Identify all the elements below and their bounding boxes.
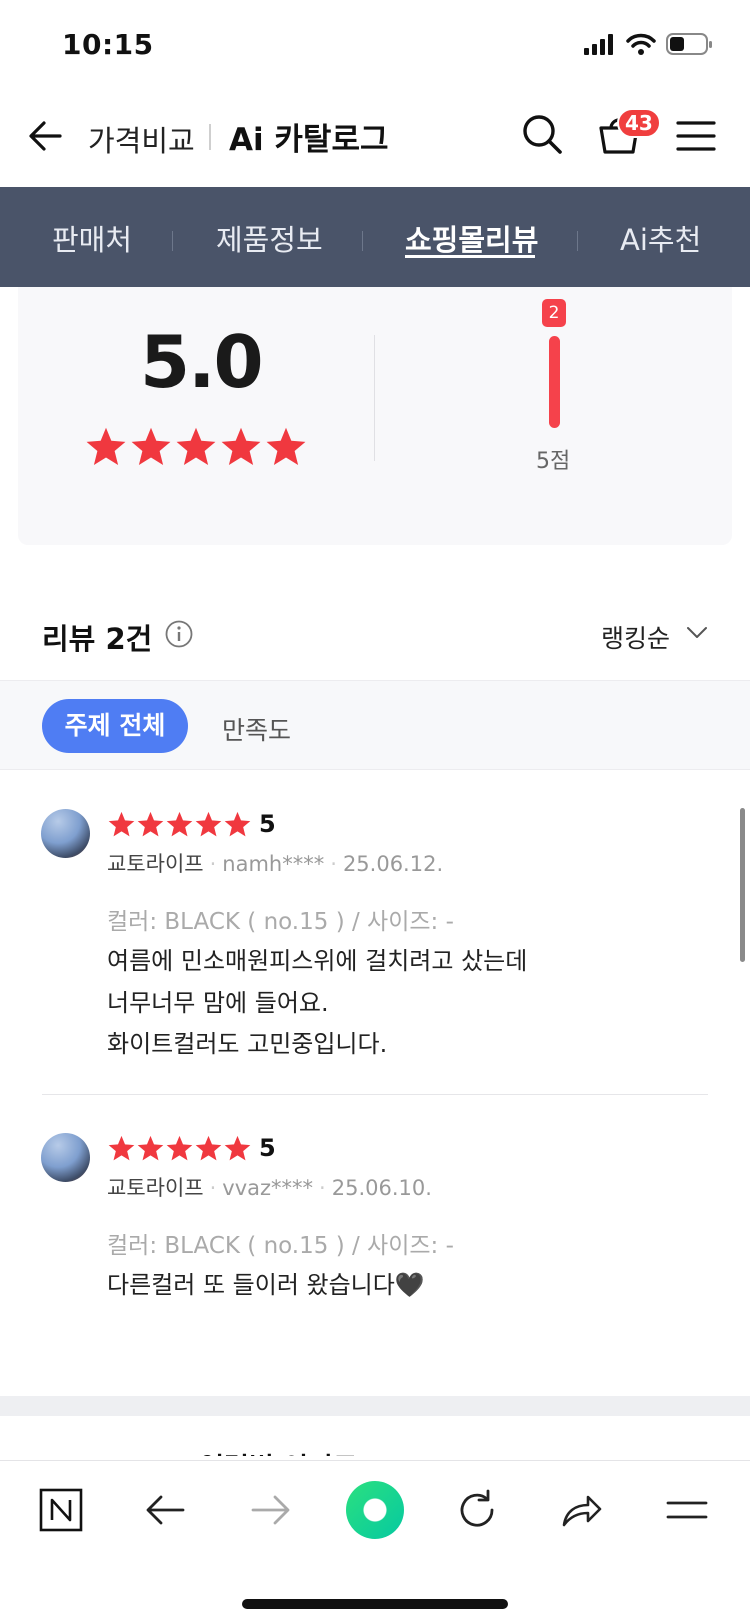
- meta-dot: ·: [330, 852, 337, 876]
- forward-icon[interactable]: [247, 1487, 293, 1533]
- meta-dot: ·: [209, 852, 217, 876]
- menu-icon[interactable]: [676, 118, 716, 154]
- star-icon: [224, 1135, 251, 1161]
- star-icon: [108, 1135, 135, 1161]
- sort-dropdown[interactable]: 랭킹순: [601, 619, 670, 655]
- avatar: [41, 1133, 90, 1182]
- review-option: 컬러: BLACK ( no.15 ) / 사이즈: -: [107, 909, 454, 935]
- review-divider: [42, 1094, 708, 1095]
- next-section-peek: Dahaburk 연령별 인기도: [0, 1416, 750, 1456]
- share-icon[interactable]: [558, 1487, 604, 1533]
- chevron-down-icon[interactable]: [686, 626, 708, 640]
- star-icon: [176, 427, 216, 465]
- tab-ai-recommend[interactable]: Ai추천: [620, 217, 701, 259]
- battery-icon: [666, 33, 712, 55]
- signal-icon: [584, 34, 613, 55]
- review-shop: 교토라이프: [107, 852, 204, 876]
- app-header: 가격비교 Ai 카탈로그 43: [0, 90, 750, 187]
- naver-home-icon[interactable]: [38, 1487, 84, 1533]
- review-stars: [107, 1134, 252, 1163]
- refresh-icon[interactable]: [454, 1487, 500, 1533]
- header-separator: [209, 124, 211, 150]
- review-score: 5: [259, 1134, 276, 1162]
- next-section-title: Dahaburk 연령별 인기도: [42, 1446, 358, 1456]
- rating-summary-card: 5.0 2 5점: [18, 287, 732, 545]
- wifi-icon: [626, 33, 656, 55]
- section-tabs: 판매처 제품정보 쇼핑몰리뷰 Ai추천: [0, 187, 750, 287]
- info-icon[interactable]: [165, 620, 193, 648]
- review-user: vvaz****: [222, 1176, 314, 1200]
- status-bar: 10:15: [0, 0, 750, 90]
- search-icon[interactable]: [520, 112, 564, 156]
- distribution-label-5: 5점: [536, 449, 571, 474]
- review-meta: 교토라이프 · namh**** · 25.06.12.: [107, 848, 443, 878]
- star-icon: [137, 1135, 164, 1161]
- tab-divider: [362, 231, 363, 251]
- review-user: namh****: [222, 852, 325, 876]
- review-text-line: 여름에 민소매원피스위에 걸치려고 샀는데: [107, 947, 528, 975]
- back-arrow-icon[interactable]: [26, 116, 66, 156]
- star-icon: [131, 427, 171, 465]
- tab-product-info[interactable]: 제품정보: [216, 217, 323, 259]
- review-text-line: 화이트컬러도 고민중입니다.: [107, 1030, 388, 1058]
- star-icon: [195, 811, 222, 837]
- menu-icon[interactable]: [664, 1487, 710, 1533]
- filter-chip-satisfaction[interactable]: 만족도: [222, 711, 291, 747]
- review-date: 25.06.12.: [342, 852, 444, 876]
- star-icon: [195, 1135, 222, 1161]
- tab-sellers[interactable]: 판매처: [52, 217, 132, 259]
- status-icons: [584, 32, 714, 56]
- distribution-count-badge: 2: [542, 299, 566, 327]
- review-meta: 교토라이프 · vvaz**** · 25.06.10.: [107, 1172, 432, 1202]
- cart-count-badge: 43: [617, 108, 661, 138]
- active-tab-indicator: [405, 255, 535, 258]
- tab-divider: [172, 231, 173, 251]
- tab-divider: [577, 231, 578, 251]
- star-icon: [108, 811, 135, 837]
- review-shop: 교토라이프: [107, 1176, 204, 1200]
- average-rating-stars: [84, 425, 308, 469]
- review-option: 컬러: BLACK ( no.15 ) / 사이즈: -: [107, 1233, 454, 1259]
- review-score: 5: [259, 810, 276, 838]
- review-stars: [107, 810, 252, 839]
- star-icon: [166, 811, 193, 837]
- header-title-catalog: Ai 카탈로그: [229, 122, 389, 158]
- review-count-title: 리뷰 2건: [42, 622, 153, 656]
- star-icon: [266, 427, 306, 465]
- header-title-price-compare[interactable]: 가격비교: [88, 118, 195, 160]
- avatar: [41, 809, 90, 858]
- star-icon: [86, 427, 126, 465]
- star-icon: [224, 811, 251, 837]
- scrollbar[interactable]: [740, 808, 745, 962]
- back-icon[interactable]: [143, 1487, 189, 1533]
- meta-dot: ·: [319, 1176, 326, 1200]
- star-icon: [221, 427, 261, 465]
- average-rating-score: 5.0: [140, 320, 264, 404]
- green-dot-button[interactable]: [346, 1481, 404, 1539]
- review-text-line: 다른컬러 또 들이러 왔습니다🖤: [107, 1271, 425, 1299]
- home-indicator: [242, 1599, 508, 1609]
- meta-dot: ·: [209, 1176, 217, 1200]
- star-icon: [166, 1135, 193, 1161]
- distribution-bar-5: [549, 336, 560, 428]
- filter-chip-all-topics[interactable]: 주제 전체: [42, 699, 188, 753]
- tab-mall-reviews[interactable]: 쇼핑몰리뷰: [405, 217, 538, 259]
- browser-toolbar: [0, 1460, 750, 1623]
- status-time: 10:15: [62, 28, 154, 61]
- review-date: 25.06.10.: [331, 1176, 432, 1200]
- review-text-line: 너무너무 맘에 들어요.: [107, 989, 329, 1017]
- star-icon: [137, 811, 164, 837]
- section-separator: [0, 1396, 750, 1416]
- topic-filter-row: 주제 전체 만족도: [0, 680, 750, 770]
- rating-divider: [374, 335, 375, 461]
